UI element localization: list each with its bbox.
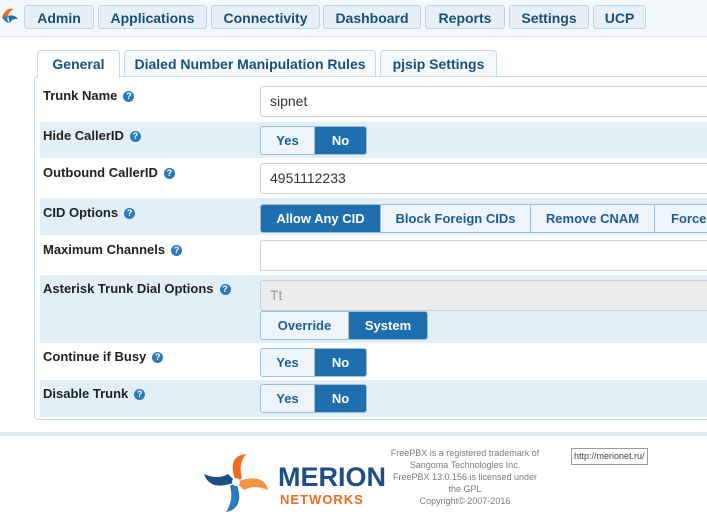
outbound-callerid-input[interactable]: 4951112233 — [260, 163, 707, 194]
dial-options-override-button[interactable]: Override — [261, 312, 349, 339]
hide-callerid-toggle[interactable]: Yes No — [260, 126, 367, 155]
continue-if-busy-no-button[interactable]: No — [315, 349, 366, 376]
help-icon[interactable]: ? — [134, 389, 146, 401]
nav-reports[interactable]: Reports — [425, 5, 505, 29]
help-icon[interactable]: ? — [129, 131, 141, 143]
trunk-name-label: Trunk Name? — [43, 88, 135, 103]
dial-options-system-button[interactable]: System — [349, 312, 427, 339]
hide-callerid-label: Hide CallerID? — [43, 128, 141, 143]
tab-dialed-number-manipulation-rules[interactable]: Dialed Number Manipulation Rules — [124, 50, 376, 77]
dial-options-input: Tt — [260, 280, 707, 311]
help-icon[interactable]: ? — [219, 284, 231, 296]
maximum-channels-label: Maximum Channels? — [43, 242, 183, 257]
footer-line-1: FreePBX is a registered trademark of — [390, 448, 540, 458]
brand-subtitle: NETWORKS — [280, 492, 364, 507]
footer-line-3: FreePBX 13.0.156 is licensed under — [392, 472, 538, 482]
help-icon[interactable]: ? — [124, 208, 136, 220]
maximum-channels-row: Maximum Channels? — [40, 235, 707, 275]
merion-logo-icon — [204, 454, 268, 512]
maximum-channels-input[interactable] — [260, 240, 707, 271]
nav-ucp[interactable]: UCP — [593, 5, 646, 29]
footer-divider — [0, 432, 707, 436]
nav-admin[interactable]: Admin — [24, 5, 94, 29]
cid-options-toggle[interactable]: Allow Any CID Block Foreign CIDs Remove … — [260, 204, 707, 233]
disable-trunk-toggle[interactable]: Yes No — [260, 384, 367, 413]
trunk-name-input[interactable]: sipnet — [260, 86, 707, 117]
merion-brand[interactable]: MERION NETWORKS — [200, 450, 405, 512]
footer-line-5: Copyright© 2007-2016 — [419, 496, 511, 506]
footer-line-2: Sangoma Technologies Inc. — [409, 460, 521, 470]
tab-pjsip-settings[interactable]: pjsip Settings — [380, 50, 497, 77]
disable-trunk-yes-button[interactable]: Yes — [261, 385, 315, 412]
nav-settings[interactable]: Settings — [509, 5, 589, 29]
cid-block-foreign-button[interactable]: Block Foreign CIDs — [381, 205, 531, 232]
continue-if-busy-yes-button[interactable]: Yes — [261, 349, 315, 376]
outbound-callerid-row: Outbound CallerID? 4951112233 — [40, 158, 707, 198]
disable-trunk-no-button[interactable]: No — [315, 385, 366, 412]
top-navigation: Admin Applications Connectivity Dashboar… — [0, 0, 707, 37]
help-icon[interactable]: ? — [171, 245, 183, 257]
disable-trunk-row: Disable Trunk? Yes No — [40, 380, 707, 417]
help-icon[interactable]: ? — [123, 91, 135, 103]
continue-if-busy-toggle[interactable]: Yes No — [260, 348, 367, 377]
cid-options-label: CID Options? — [43, 205, 136, 220]
cid-force-button[interactable]: Force — [655, 205, 707, 232]
nav-dashboard[interactable]: Dashboard — [323, 5, 421, 29]
hide-callerid-no-button[interactable]: No — [315, 127, 366, 154]
outbound-callerid-label: Outbound CallerID? — [43, 165, 175, 180]
nav-applications[interactable]: Applications — [98, 5, 207, 29]
trunk-name-row: Trunk Name? sipnet — [40, 82, 707, 120]
cid-remove-cnam-button[interactable]: Remove CNAM — [531, 205, 655, 232]
continue-if-busy-row: Continue if Busy? Yes No — [40, 343, 707, 380]
dial-options-label: Asterisk Trunk Dial Options? — [43, 281, 231, 296]
cid-options-row: CID Options? Allow Any CID Block Foreign… — [40, 198, 707, 235]
disable-trunk-label: Disable Trunk? — [43, 386, 146, 401]
freepbx-logo-icon[interactable] — [0, 5, 20, 27]
footer-copyright: FreePBX is a registered trademark of San… — [382, 447, 548, 507]
cid-allow-any-button[interactable]: Allow Any CID — [261, 205, 381, 232]
tab-general[interactable]: General — [37, 50, 120, 78]
help-icon[interactable]: ? — [163, 168, 175, 180]
hide-callerid-row: Hide CallerID? Yes No — [40, 122, 707, 158]
brand-name: MERION — [278, 462, 386, 492]
hide-callerid-yes-button[interactable]: Yes — [261, 127, 315, 154]
help-icon[interactable]: ? — [152, 352, 164, 364]
footer-line-4: the GPL — [448, 484, 482, 494]
continue-if-busy-label: Continue if Busy? — [43, 349, 164, 364]
footer-link[interactable]: http://merionet.ru/ — [571, 448, 648, 465]
nav-connectivity[interactable]: Connectivity — [211, 5, 320, 29]
dial-options-toggle[interactable]: Override System — [260, 311, 428, 340]
dial-options-row: Asterisk Trunk Dial Options? Tt Override… — [40, 275, 707, 343]
